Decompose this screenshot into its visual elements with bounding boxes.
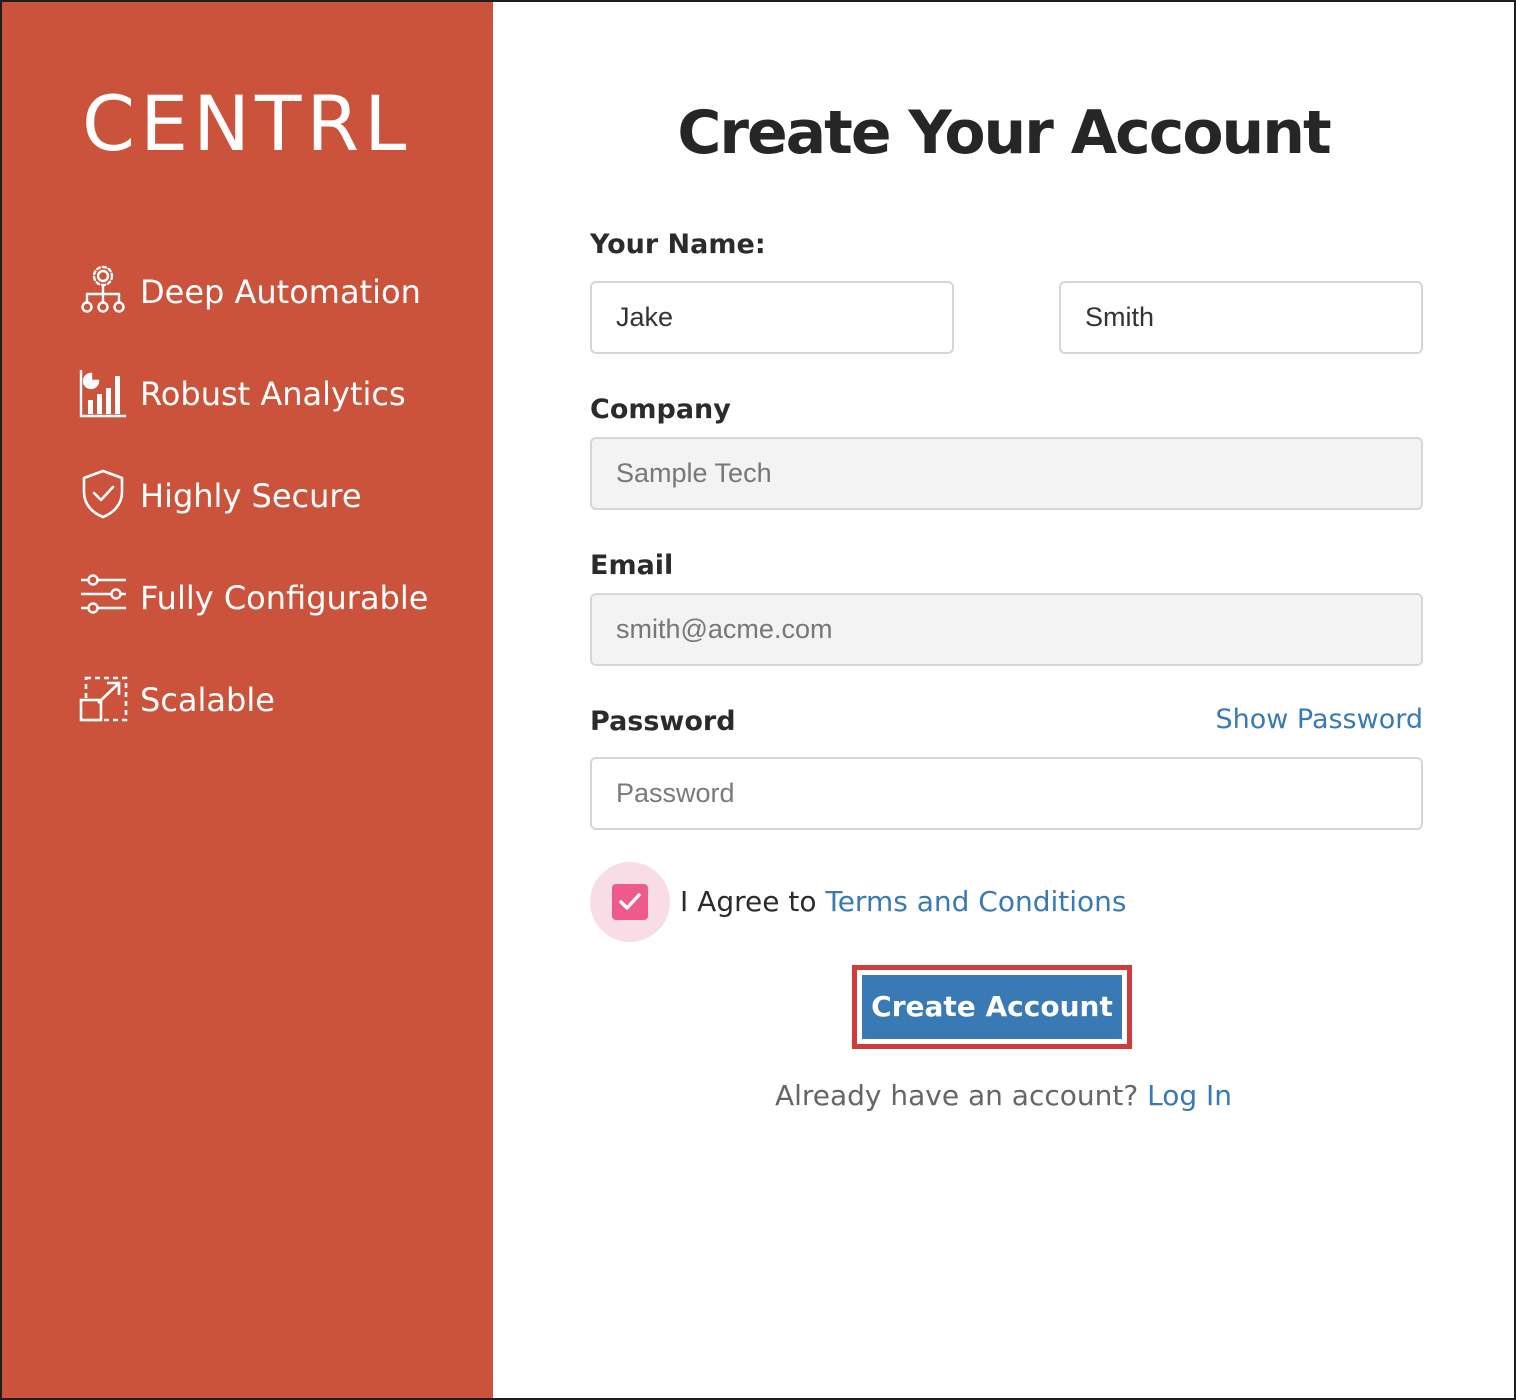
feature-label: Highly Secure [140,477,362,515]
password-label: Password [590,706,736,737]
checkmark-icon [619,893,641,910]
feature-label: Scalable [140,681,275,719]
page-title: Create Your Account [677,98,1331,168]
centrl-logo: CENTRL [82,79,412,168]
company-input[interactable]: Sample Tech [590,437,1423,510]
terms-link[interactable]: Terms and Conditions [825,885,1126,918]
feature-item-highly-secure: Highly Secure [78,468,478,570]
sliders-icon [78,570,128,622]
page-frame: CENTRL Deep Automation Robust Analytics … [0,0,1516,1400]
scale-icon [78,672,128,724]
analytics-icon [78,366,128,418]
feature-item-fully-configurable: Fully Configurable [78,570,478,672]
email-input[interactable]: smith@acme.com [590,593,1423,666]
feature-label: Robust Analytics [140,375,406,413]
login-prompt-text: Already have an account? [774,1079,1139,1112]
terms-checkbox[interactable] [612,884,648,920]
login-prompt: Already have an account? Log In [493,1078,1514,1114]
sidebar: CENTRL Deep Automation Robust Analytics … [2,2,493,1398]
terms-agreement: I Agree to Terms and Conditions [590,862,1290,942]
show-password-link[interactable]: Show Password [1215,703,1423,737]
terms-text: I Agree to Terms and Conditions [680,884,1127,920]
last-name-input[interactable]: Smith [1059,281,1423,354]
automation-icon [78,264,128,316]
feature-item-robust-analytics: Robust Analytics [78,366,478,468]
feature-list: Deep Automation Robust Analytics Highly … [78,264,478,774]
feature-item-deep-automation: Deep Automation [78,264,478,366]
password-input[interactable]: Password [590,757,1423,830]
email-label: Email [590,550,674,581]
company-label: Company [590,394,731,425]
agree-label: I Agree to [680,885,817,918]
name-label: Your Name: [590,229,766,260]
feature-label: Fully Configurable [140,579,429,617]
shield-check-icon [78,468,128,520]
first-name-input[interactable]: Jake [590,281,954,354]
signup-form: Create Your Account Your Name: Jake Smit… [493,2,1514,1398]
feature-label: Deep Automation [140,273,421,311]
login-link[interactable]: Log In [1147,1079,1232,1112]
create-account-button[interactable]: Create Account [862,975,1122,1039]
feature-item-scalable: Scalable [78,672,478,774]
create-account-highlight: Create Account [852,965,1132,1049]
